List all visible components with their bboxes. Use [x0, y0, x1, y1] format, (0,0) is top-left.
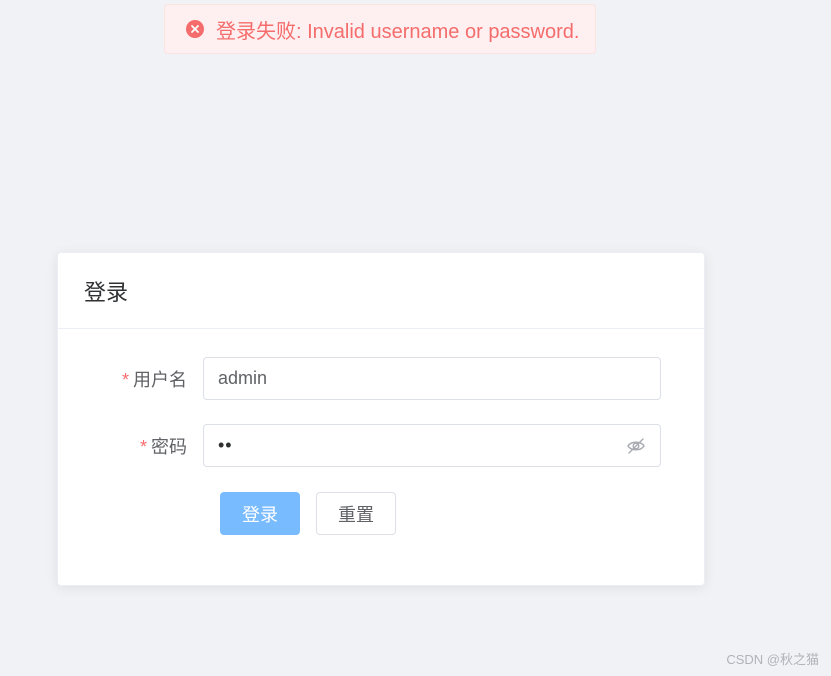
eye-off-icon[interactable]: [626, 436, 646, 456]
login-card: 登录 * 用户名 admin * 密码 •• 登录 重置: [57, 252, 705, 586]
required-mark: *: [139, 436, 147, 457]
error-message: 登录失败: Invalid username or password.: [164, 4, 596, 54]
card-title: 登录: [58, 253, 704, 329]
login-button[interactable]: 登录: [220, 492, 300, 535]
required-mark: *: [121, 369, 129, 390]
username-label-text: 用户名: [133, 369, 187, 390]
username-label: * 用户名: [58, 366, 203, 392]
password-label: * 密码: [58, 433, 203, 459]
username-input[interactable]: admin: [203, 357, 661, 400]
username-form-item: * 用户名 admin: [58, 357, 661, 400]
close-circle-icon: [186, 20, 204, 38]
password-label-text: 密码: [151, 436, 187, 457]
reset-button[interactable]: 重置: [316, 492, 396, 535]
password-input-value: ••: [218, 435, 233, 455]
password-input[interactable]: ••: [203, 424, 661, 467]
error-message-text: 登录失败: Invalid username or password.: [216, 20, 580, 43]
password-form-item: * 密码 ••: [58, 424, 661, 467]
username-input-value: admin: [218, 368, 268, 388]
watermark: CSDN @秋之猫: [726, 652, 819, 667]
